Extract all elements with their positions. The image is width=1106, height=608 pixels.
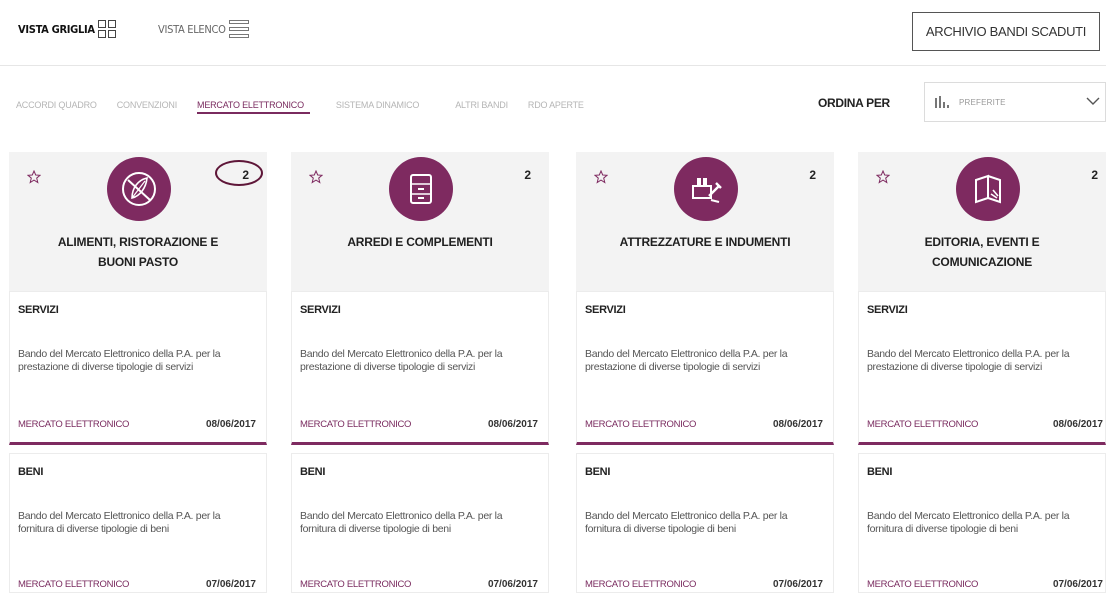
bandi-count: 2 bbox=[524, 168, 531, 182]
sort-bars-icon bbox=[935, 96, 949, 108]
bando-type: SERVIZI bbox=[585, 304, 626, 316]
bando-type: SERVIZI bbox=[300, 304, 341, 316]
bando-description: Bando del Mercato Elettronico della P.A.… bbox=[18, 348, 221, 373]
bando-category: MERCATO ELETTRONICO bbox=[300, 579, 412, 590]
grid-view-label: VISTA GRIGLIA bbox=[18, 22, 95, 36]
bando-category: MERCATO ELETTRONICO bbox=[18, 579, 130, 590]
bando-category: MERCATO ELETTRONICO bbox=[585, 579, 697, 590]
tab-convenzioni[interactable]: CONVENZIONI bbox=[117, 96, 183, 114]
category-card-alimenti: 2 ALIMENTI, RISTORAZIONE E BUONI PASTO S… bbox=[9, 152, 267, 593]
sort-label: ORDINA PER bbox=[818, 96, 890, 110]
bando-card-beni[interactable]: BENI Bando del Mercato Elettronico della… bbox=[9, 453, 267, 593]
bando-type: BENI bbox=[18, 466, 44, 478]
bando-description: Bando del Mercato Elettronico della P.A.… bbox=[18, 510, 221, 535]
list-icon bbox=[228, 20, 249, 38]
grid-view-toggle[interactable]: VISTA GRIGLIA bbox=[18, 20, 116, 38]
bando-type: BENI bbox=[300, 466, 326, 478]
bando-type: SERVIZI bbox=[18, 304, 59, 316]
bando-card-beni[interactable]: BENI Bando del Mercato Elettronico della… bbox=[291, 453, 549, 593]
category-title: ATTREZZATURE E INDUMENTI bbox=[619, 235, 791, 249]
chevron-down-icon bbox=[1086, 97, 1100, 105]
bando-date: 07/06/2017 bbox=[772, 579, 823, 590]
list-view-label: VISTA ELENCO bbox=[158, 22, 226, 36]
bando-date: 07/06/2017 bbox=[1052, 579, 1103, 590]
bando-card-servizi[interactable]: SERVIZI Bando del Mercato Elettronico de… bbox=[291, 291, 549, 445]
bando-card-beni[interactable]: BENI Bando del Mercato Elettronico della… bbox=[858, 453, 1106, 593]
star-icon[interactable] bbox=[876, 170, 890, 184]
card-header: 2 ATTREZZATURE E INDUMENTI bbox=[576, 152, 834, 291]
bando-date: 07/06/2017 bbox=[487, 579, 538, 590]
bando-date: 08/06/2017 bbox=[772, 419, 823, 430]
bando-category: MERCATO ELETTRONICO bbox=[300, 419, 412, 430]
bando-date: 08/06/2017 bbox=[1052, 419, 1103, 430]
tab-accordi-quadro[interactable]: ACCORDI QUADRO bbox=[16, 96, 103, 114]
bando-card-beni[interactable]: BENI Bando del Mercato Elettronico della… bbox=[576, 453, 834, 593]
bandi-count: 2 bbox=[242, 168, 249, 182]
bando-card-servizi[interactable]: SERVIZI Bando del Mercato Elettronico de… bbox=[576, 291, 834, 445]
tab-altri-bandi[interactable]: ALTRI BANDI bbox=[455, 96, 514, 114]
category-card-editoria: 2 EDITORIA, EVENTI E COMUNICAZIONE SERVI… bbox=[858, 152, 1106, 593]
grid-icon bbox=[97, 20, 116, 38]
bando-description: Bando del Mercato Elettronico della P.A.… bbox=[300, 510, 503, 535]
bando-description: Bando del Mercato Elettronico della P.A.… bbox=[867, 510, 1070, 535]
category-title: ARREDI E COMPLEMENTI bbox=[347, 235, 493, 249]
bando-type: BENI bbox=[585, 466, 611, 478]
card-header: 2 EDITORIA, EVENTI E COMUNICAZIONE bbox=[858, 152, 1106, 291]
bando-date: 08/06/2017 bbox=[487, 419, 538, 430]
bando-type: SERVIZI bbox=[867, 304, 908, 316]
category-card-attrezzature: 2 ATTREZZATURE E INDUMENTI SERVIZI Bando… bbox=[576, 152, 834, 593]
list-view-toggle[interactable]: VISTA ELENCO bbox=[158, 20, 249, 38]
star-icon[interactable] bbox=[594, 170, 608, 184]
category-filter-tabs: ACCORDI QUADRO CONVENZIONI MERCATO ELETT… bbox=[16, 96, 604, 114]
category-title: EDITORIA, EVENTI E COMUNICAZIONE bbox=[924, 235, 1040, 269]
bando-description: Bando del Mercato Elettronico della P.A.… bbox=[585, 348, 788, 373]
book-icon bbox=[956, 157, 1020, 221]
archive-expired-button[interactable]: ARCHIVIO BANDI SCADUTI bbox=[912, 12, 1100, 51]
category-card-arredi: 2 ARREDI E COMPLEMENTI SERVIZI Bando del… bbox=[291, 152, 549, 593]
wheat-leaf-icon bbox=[107, 157, 171, 221]
card-header: 2 ARREDI E COMPLEMENTI bbox=[291, 152, 549, 291]
star-icon[interactable] bbox=[27, 170, 41, 184]
category-title: ALIMENTI, RISTORAZIONE E BUONI PASTO bbox=[57, 235, 219, 269]
bando-category: MERCATO ELETTRONICO bbox=[867, 579, 979, 590]
tab-rdo-aperte[interactable]: RDO APERTE bbox=[528, 96, 590, 114]
bando-description: Bando del Mercato Elettronico della P.A.… bbox=[585, 510, 788, 535]
sort-select[interactable]: PREFERITE bbox=[924, 82, 1106, 122]
top-toolbar: VISTA GRIGLIA VISTA ELENCO ARCHIVIO BAND… bbox=[0, 0, 1106, 66]
tab-sistema-dinamico[interactable]: SISTEMA DINAMICO bbox=[336, 96, 425, 114]
bando-type: BENI bbox=[867, 466, 893, 478]
bando-category: MERCATO ELETTRONICO bbox=[585, 419, 697, 430]
bandi-count: 2 bbox=[1091, 168, 1098, 182]
star-icon[interactable] bbox=[309, 170, 323, 184]
bando-category: MERCATO ELETTRONICO bbox=[867, 419, 979, 430]
bandi-count: 2 bbox=[809, 168, 816, 182]
count-highlight-circle bbox=[215, 160, 263, 186]
bando-card-servizi[interactable]: SERVIZI Bando del Mercato Elettronico de… bbox=[858, 291, 1106, 445]
bando-category: MERCATO ELETTRONICO bbox=[18, 419, 130, 430]
bando-date: 08/06/2017 bbox=[205, 419, 256, 430]
bando-card-servizi[interactable]: SERVIZI Bando del Mercato Elettronico de… bbox=[9, 291, 267, 445]
bando-description: Bando del Mercato Elettronico della P.A.… bbox=[300, 348, 503, 373]
tools-icon bbox=[674, 157, 738, 221]
cabinet-icon bbox=[389, 157, 453, 221]
sort-selected-value: PREFERITE bbox=[959, 97, 1006, 107]
tab-mercato-elettronico[interactable]: MERCATO ELETTRONICO bbox=[197, 96, 310, 114]
card-header: 2 ALIMENTI, RISTORAZIONE E BUONI PASTO bbox=[9, 152, 267, 291]
bando-description: Bando del Mercato Elettronico della P.A.… bbox=[867, 348, 1070, 373]
bando-date: 07/06/2017 bbox=[205, 579, 256, 590]
